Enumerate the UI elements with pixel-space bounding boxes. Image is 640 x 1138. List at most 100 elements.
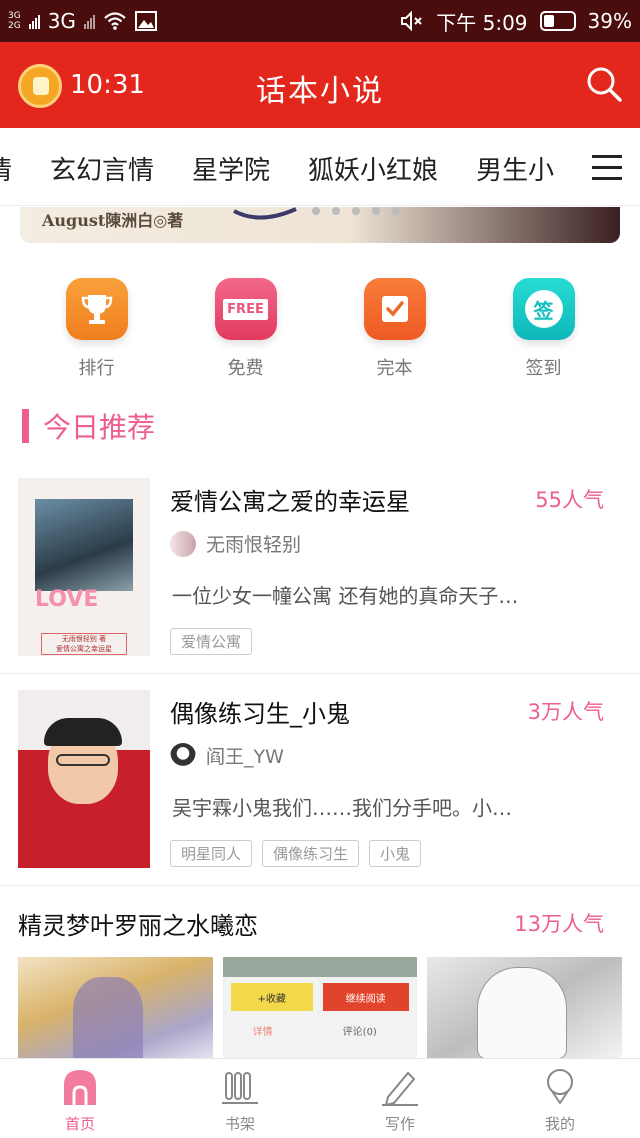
featured-thumbnail[interactable] (427, 957, 622, 1059)
quick-entry-label: 排行 (78, 358, 115, 379)
thumb-comment-tab: 评论(0) (342, 1027, 377, 1038)
check-note-icon (363, 278, 426, 340)
status-bar: 3G 2G 3G 下午 5:09 39% (0, 0, 640, 42)
nav-label: 书架 (224, 1115, 255, 1133)
sim2-network: 2G (8, 21, 21, 31)
thumb-topbar (222, 957, 418, 977)
section-accent-bar (22, 409, 29, 443)
featured-book-popularity: 13万人气 (514, 912, 604, 936)
thumb-favorite-button: +收藏 (230, 983, 313, 1011)
quick-entry-rank[interactable]: 排行 (22, 278, 171, 388)
quick-entry-label: 免费 (227, 358, 264, 379)
image-notification-icon (134, 11, 157, 31)
book-author[interactable]: 阎王_YW (170, 742, 284, 769)
app-title: 话本小说 (256, 74, 384, 109)
pen-icon (382, 1071, 418, 1107)
search-icon[interactable] (584, 64, 624, 104)
banner[interactable]: August陳洲白◎著 (20, 207, 620, 243)
tab-category[interactable]: 狐妖小红娘 (308, 150, 438, 187)
thumb-figure (73, 977, 143, 1059)
cover-caption-line: 爱情公寓之幸运星 (56, 645, 112, 653)
trophy-icon (65, 278, 128, 340)
quick-entry-label: 完本 (376, 358, 413, 379)
author-avatar (170, 530, 196, 557)
nav-bookshelf[interactable]: 书架 (160, 1059, 320, 1138)
quick-entry-signin[interactable]: 签 签到 (469, 278, 618, 388)
mute-icon (401, 10, 422, 32)
battery-fill (543, 15, 555, 27)
category-tabs-row: 情 玄幻言情 星学院 狐妖小红娘 男生小 (0, 150, 554, 187)
featured-thumbnails: +收藏 继续阅读 详情 评论(0) (18, 957, 622, 1059)
home-icon (64, 1070, 96, 1105)
book-tag[interactable]: 明星同人 (170, 840, 253, 867)
nav-label: 我的 (544, 1115, 575, 1133)
cover-caption: 无雨恨轻别 著 爱情公寓之幸运星 (41, 633, 127, 655)
tab-category[interactable]: 情 (0, 150, 12, 187)
book-card[interactable]: 偶像练习生_小鬼 3万人气 阎王_YW 吴宇霖小鬼我们……我们分手吧。小… 明星… (0, 690, 640, 886)
category-tabs: 情 玄幻言情 星学院 狐妖小红娘 男生小 (0, 128, 640, 206)
section-header: 今日推荐 (22, 406, 155, 446)
nav-home[interactable]: 首页 (0, 1059, 160, 1138)
clock: 下午 5:09 (436, 10, 528, 35)
signal-icon (28, 13, 40, 29)
wifi-icon (104, 12, 126, 30)
quick-entry-free[interactable]: FREE 免费 (171, 278, 320, 388)
book-card[interactable]: LOVE 无雨恨轻别 著 爱情公寓之幸运星 爱情公寓之爱的幸运星 55人气 无雨… (0, 478, 640, 674)
book-tags: 爱情公寓 (170, 628, 253, 655)
status-left: 3G 2G 3G (8, 9, 157, 33)
free-sign-icon: FREE (214, 278, 277, 340)
thumb-figure (477, 967, 568, 1059)
book-author[interactable]: 无雨恨轻别 (170, 530, 301, 557)
author-name: 阎王_YW (206, 746, 284, 768)
battery-percent: 39% (587, 9, 632, 33)
banner-decoration (233, 207, 400, 220)
book-popularity: 3万人气 (527, 700, 604, 724)
thumb-detail-tab: 详情 (252, 1027, 273, 1038)
book-tag[interactable]: 爱情公寓 (170, 628, 253, 655)
free-sign-text: FREE (223, 298, 268, 320)
featured-thumbnail[interactable] (18, 957, 213, 1059)
banner-caption: August陳洲白◎著 (42, 211, 184, 230)
sign-in-icon: 签 (512, 278, 575, 340)
book-tag[interactable]: 偶像练习生 (262, 840, 360, 867)
nav-label: 首页 (64, 1115, 95, 1133)
featured-book-title[interactable]: 精灵梦叶罗丽之水曦恋 (18, 906, 258, 941)
tab-category[interactable]: 玄幻言情 (50, 150, 154, 187)
cover-caption-line: 无雨恨轻别 著 (61, 635, 107, 643)
cover-figure-hair (44, 718, 122, 746)
battery-icon (539, 11, 576, 31)
bookshelf-icon (222, 1072, 258, 1104)
book-title[interactable]: 爱情公寓之爱的幸运星 (170, 482, 410, 517)
quick-entry-label: 签到 (525, 358, 562, 379)
tab-category[interactable]: 男生小 (476, 150, 554, 187)
author-avatar (170, 742, 196, 769)
featured-thumbnail[interactable]: +收藏 继续阅读 详情 评论(0) (222, 957, 418, 1059)
book-description: 吴宇霖小鬼我们……我们分手吧。小… (172, 796, 512, 820)
hamburger-menu-icon[interactable] (578, 128, 640, 205)
author-name: 无雨恨轻别 (206, 534, 302, 556)
book-cover[interactable]: LOVE 无雨恨轻别 著 爱情公寓之幸运星 (18, 478, 150, 656)
quick-entries: 排行 FREE 免费 完本 签 签到 (0, 278, 640, 388)
sign-in-glyph: 签 (524, 290, 563, 328)
quick-entry-complete[interactable]: 完本 (320, 278, 469, 388)
app-header: 10:31 话本小说 (0, 42, 640, 128)
book-description: 一位少女一幢公寓 还有她的真命天子… (172, 584, 519, 608)
book-tags: 明星同人 偶像练习生 小鬼 (170, 840, 422, 867)
tab-category[interactable]: 星学院 (192, 150, 270, 187)
nav-label: 写作 (384, 1115, 415, 1133)
book-cover[interactable] (18, 690, 150, 868)
signal-icon-2 (83, 13, 95, 29)
cover-love-text: LOVE (35, 587, 99, 612)
nav-profile[interactable]: 我的 (480, 1059, 640, 1138)
dual-sim-indicator: 3G 2G (8, 11, 21, 31)
status-right: 下午 5:09 39% (400, 7, 632, 36)
network-type: 3G (47, 9, 76, 33)
book-title[interactable]: 偶像练习生_小鬼 (170, 694, 350, 729)
book-popularity: 55人气 (535, 488, 604, 512)
bottom-navigation: 首页 书架 写作 我的 (0, 1058, 640, 1138)
nav-write[interactable]: 写作 (320, 1059, 480, 1138)
thumb-continue-button: 继续阅读 (322, 983, 409, 1011)
sim1-network: 3G (8, 11, 21, 21)
book-tag[interactable]: 小鬼 (369, 840, 422, 867)
profile-icon (547, 1069, 573, 1105)
